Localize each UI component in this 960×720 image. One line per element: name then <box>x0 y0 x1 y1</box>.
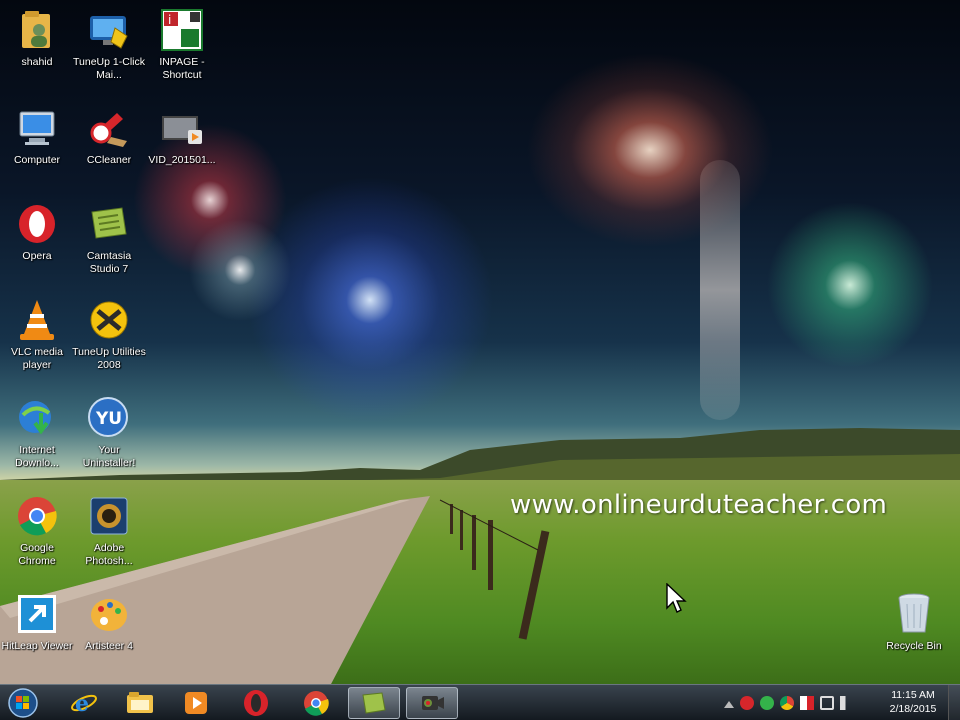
opera-icon <box>15 202 59 246</box>
tray-ccleaner-icon[interactable] <box>740 696 754 710</box>
desktop-icon-vlc[interactable]: VLC media player <box>0 298 74 372</box>
tuneup-1click-icon <box>87 8 131 52</box>
show-desktop-button[interactable] <box>948 685 960 720</box>
tray-flag-icon[interactable] <box>800 696 814 710</box>
desktop-icon-artisteer[interactable]: Artisteer 4 <box>72 592 146 653</box>
desktop-icon-tuneup-utilities[interactable]: TuneUp Utilities 2008 <box>72 298 146 372</box>
firework-white <box>180 210 300 330</box>
computer-icon <box>15 106 59 150</box>
desktop-icon-label: VID_201501... <box>148 154 216 166</box>
photoshop-icon <box>87 494 131 538</box>
desktop-icon-label: shahid <box>21 56 53 68</box>
tray-network-icon[interactable] <box>820 696 834 710</box>
firework-green <box>750 190 950 380</box>
notification-area <box>724 691 854 715</box>
desktop-icon-inpage[interactable]: i INPAGE - Shortcut <box>145 8 219 82</box>
desktop-icon-google-chrome[interactable]: Google Chrome <box>0 494 74 568</box>
desktop-icon-internet-download-manager[interactable]: Internet Downlo... <box>0 396 74 470</box>
tray-arrow-icon[interactable] <box>724 698 734 708</box>
tray-volume-icon[interactable] <box>840 696 854 710</box>
desktop-icon-label: HitLeap Viewer <box>1 640 73 652</box>
desktop-icon-video-file[interactable]: VID_201501... <box>145 106 219 167</box>
svg-text:YU: YU <box>95 409 122 429</box>
desktop-icon-label: Adobe Photosh... <box>85 542 133 567</box>
start-button[interactable] <box>6 687 40 719</box>
desktop-icon-label: Opera <box>22 250 52 262</box>
taskbar-media-player[interactable] <box>170 687 222 719</box>
desktop-icon-label: Internet Downlo... <box>15 444 59 469</box>
desktop-icon-label: Recycle Bin <box>886 640 942 652</box>
desktop-icon-label: TuneUp Utilities 2008 <box>72 346 146 371</box>
desktop-icon-label: VLC media player <box>11 346 63 371</box>
ccleaner-icon <box>87 106 131 150</box>
tray-chrome-icon[interactable] <box>780 696 794 710</box>
website-watermark: www.onlineurduteacher.com <box>510 490 888 520</box>
chrome-icon <box>304 691 329 716</box>
chrome-icon <box>15 494 59 538</box>
desktop-icon-label: Artisteer 4 <box>85 640 133 652</box>
artisteer-icon <box>87 592 131 636</box>
inpage-icon: i <box>160 8 204 52</box>
desktop-icon-computer[interactable]: Computer <box>0 106 74 167</box>
vlc-icon <box>15 298 59 342</box>
recycle-bin-icon <box>892 592 936 636</box>
svg-text:e: e <box>75 691 89 717</box>
desktop-icon-label: INPAGE - Shortcut <box>159 56 205 81</box>
uninstaller-icon: YU <box>87 396 131 440</box>
svg-text:i: i <box>168 13 171 27</box>
folder-icon <box>127 692 153 713</box>
taskbar-opera[interactable] <box>230 687 282 719</box>
clock-date: 2/18/2015 <box>889 703 937 715</box>
camtasia-icon <box>362 692 386 714</box>
desktop-icon-tuneup-1click[interactable]: TuneUp 1-Click Mai... <box>72 8 146 82</box>
tray-idm-icon[interactable] <box>760 696 774 710</box>
desktop-icon-adobe-photoshop[interactable]: Adobe Photosh... <box>72 494 146 568</box>
media-player-icon <box>185 692 207 714</box>
opera-icon <box>244 690 268 716</box>
firework-orange <box>510 40 790 260</box>
taskbar-camtasia-recorder[interactable] <box>406 687 458 719</box>
taskbar-camtasia[interactable] <box>348 687 400 719</box>
desktop-icon-label: Your Uninstaller! <box>82 444 136 469</box>
system-clock[interactable]: 11:15 AM 2/18/2015 <box>884 688 942 716</box>
desktop-icon-camtasia[interactable]: Camtasia Studio 7 <box>72 202 146 276</box>
taskbar: e 11:15 AM 2/18/2015 <box>0 684 960 720</box>
desktop-icon-label: Google Chrome <box>18 542 56 567</box>
firework-trail <box>700 160 740 420</box>
desktop-icon-opera[interactable]: Opera <box>0 202 74 263</box>
clock-time: 11:15 AM <box>891 689 935 701</box>
desktop-icon-hitleap-viewer[interactable]: HitLeap Viewer <box>0 592 74 653</box>
desktop-icon-ccleaner[interactable]: CCleaner <box>72 106 146 167</box>
video-file-icon <box>160 106 204 150</box>
taskbar-chrome[interactable] <box>290 687 342 719</box>
desktop-icon-label: TuneUp 1-Click Mai... <box>73 56 145 81</box>
desktop-icon-label: Computer <box>13 154 61 166</box>
user-folder-icon <box>15 8 59 52</box>
ie-icon: e <box>71 691 97 717</box>
desktop-icon-shahid[interactable]: shahid <box>0 8 74 69</box>
taskbar-windows-explorer[interactable] <box>114 687 166 719</box>
desktop-icon-label: Camtasia Studio 7 <box>86 250 132 275</box>
desktop-icon-recycle-bin[interactable]: Recycle Bin <box>876 592 952 653</box>
tuneup-utilities-icon <box>87 298 131 342</box>
idm-icon <box>15 396 59 440</box>
taskbar-internet-explorer[interactable]: e <box>58 687 110 719</box>
desktop-icon-your-uninstaller[interactable]: YU Your Uninstaller! <box>72 396 146 470</box>
camtasia-icon <box>87 202 131 246</box>
mouse-cursor-icon <box>666 583 687 613</box>
hitleap-icon <box>15 592 59 636</box>
desktop-icon-label: CCleaner <box>86 154 132 166</box>
recorder-icon <box>422 696 444 710</box>
